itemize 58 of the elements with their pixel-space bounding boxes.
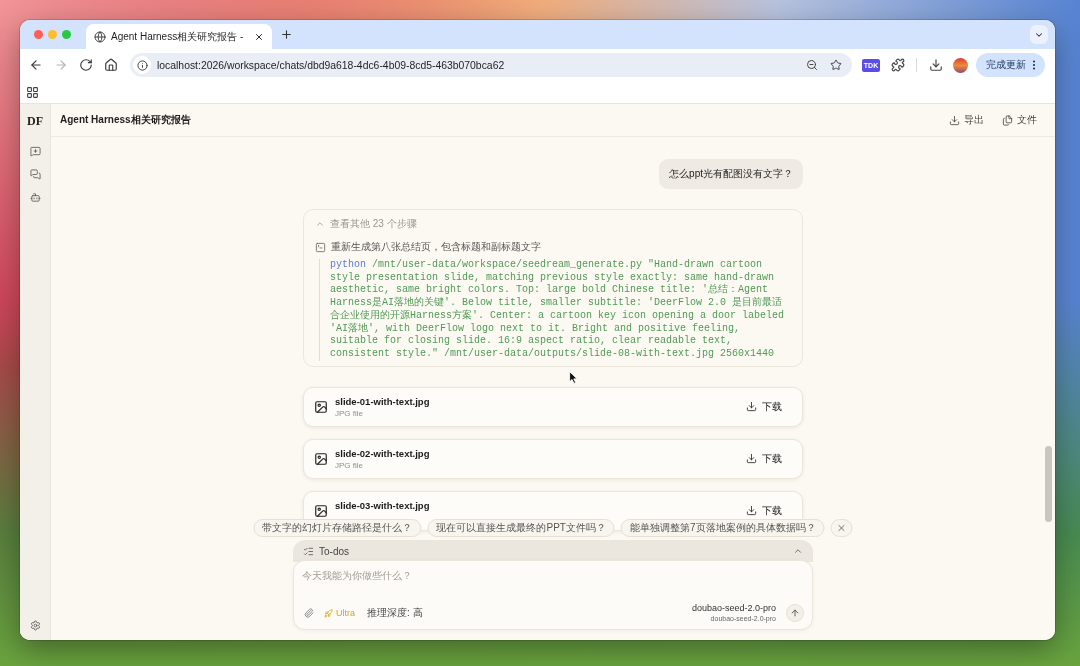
command-text: python /mnt/user-data/workspace/seedream_generate.py "Hand-drawn cartoon style presentation slide, matching previous style exactly: same hand-drawn aesthetic, same bright colors. Top: large bold Chinese title: '总结：Agent Harness是AI落地的关键'. Below title, smaller subtitle: 'DeerFlow 2.0 是目前最适合企业使用的开源Harness方案'. Center: a cartoon key icon opening a door labeled 'AI落地', with DeerFlow logo next to it. Bright and positive feeling, suitable for closing slide. 16:9 aspect ratio, clear readable text, consistent style." /mnt/user-data/outputs/slide-08-with-text.jpg 2560x1440 — [319, 259, 790, 361]
suggestion-chip[interactable]: 能单独调整第7页落地案例的具体数据吗？ — [620, 519, 825, 537]
address-field[interactable]: localhost:2026/workspace/chats/dbd9a618-4dc6-4b09-8cd5-463b070bca62 — [130, 53, 852, 77]
mouse-pointer-icon — [569, 371, 578, 384]
close-icon[interactable] — [254, 31, 264, 42]
home-icon[interactable] — [103, 58, 118, 72]
page-title: Agent Harness相关研究报告 — [60, 113, 191, 127]
download-icon — [746, 453, 757, 465]
new-chat-icon[interactable] — [29, 145, 41, 157]
rocket-icon — [324, 608, 333, 618]
files-icon — [1002, 114, 1013, 126]
model-name[interactable]: doubao-seed-2.0-pro — [691, 603, 776, 614]
suggestion-chip[interactable]: 带文字的幻灯片存储路径是什么？ — [253, 519, 422, 537]
globe-icon — [94, 30, 106, 43]
puzzle-icon[interactable] — [891, 58, 905, 72]
reload-icon[interactable] — [78, 58, 93, 72]
site-info-icon[interactable] — [133, 56, 151, 74]
download-icon[interactable] — [929, 58, 943, 72]
image-icon — [314, 399, 328, 414]
file-type: JPG file — [335, 460, 364, 470]
zoom-icon[interactable] — [806, 59, 818, 71]
file-card[interactable]: slide-01-with-text.jpg JPG file 下载 — [303, 386, 803, 427]
apps-grid-icon[interactable] — [26, 85, 39, 99]
chats-icon[interactable] — [29, 168, 41, 180]
file-card[interactable]: slide-02-with-text.jpg JPG file 下载 — [303, 438, 803, 479]
download-button[interactable]: 下载 — [746, 453, 782, 465]
todos-toggle[interactable]: To-dos — [293, 540, 813, 562]
checklist-icon — [303, 545, 314, 557]
scrollbar-thumb[interactable] — [1045, 446, 1052, 522]
file-name: slide-03-with-text.jpg — [335, 499, 430, 511]
file-name: slide-02-with-text.jpg — [335, 447, 430, 459]
robot-icon[interactable] — [29, 191, 41, 203]
paperclip-icon[interactable] — [304, 608, 314, 618]
reasoning-depth-button[interactable]: 推理深度: 高 — [367, 606, 423, 620]
download-icon — [949, 114, 960, 126]
file-name: slide-01-with-text.jpg — [335, 395, 430, 407]
suggestion-chip[interactable]: 现在可以直接生成最终的PPT文件吗？ — [427, 519, 615, 537]
file-type: JPG file — [335, 408, 364, 418]
message-input[interactable]: 今天我能为你做些什么？ — [302, 567, 804, 583]
profile-avatar-icon[interactable] — [953, 57, 968, 73]
user-message: 怎么ppt光有配图没有文字？ — [659, 159, 803, 189]
download-button[interactable]: 下载 — [746, 401, 782, 413]
export-button[interactable]: 导出 — [949, 113, 984, 127]
browser-tab[interactable]: Agent Harness相关研究报告 - — [86, 24, 272, 49]
image-icon — [314, 503, 328, 518]
update-button[interactable]: 完成更新 — [976, 53, 1045, 77]
download-icon — [746, 401, 757, 413]
plus-icon[interactable] — [280, 28, 293, 41]
download-button[interactable]: 下载 — [746, 505, 782, 517]
app-logo[interactable]: DF — [27, 114, 43, 128]
settings-icon[interactable] — [29, 619, 41, 631]
url-text: localhost:2026/workspace/chats/dbd9a618-4dc6-4b09-8cd5-463b070bca62 — [157, 59, 506, 71]
image-icon — [314, 451, 328, 466]
download-icon — [746, 505, 757, 517]
files-button[interactable]: 文件 — [1002, 113, 1037, 127]
terminal-icon — [315, 241, 326, 253]
step-title: 重新生成第八张总结页，包含标题和副标题文字 — [331, 240, 541, 254]
star-icon[interactable] — [830, 59, 842, 71]
